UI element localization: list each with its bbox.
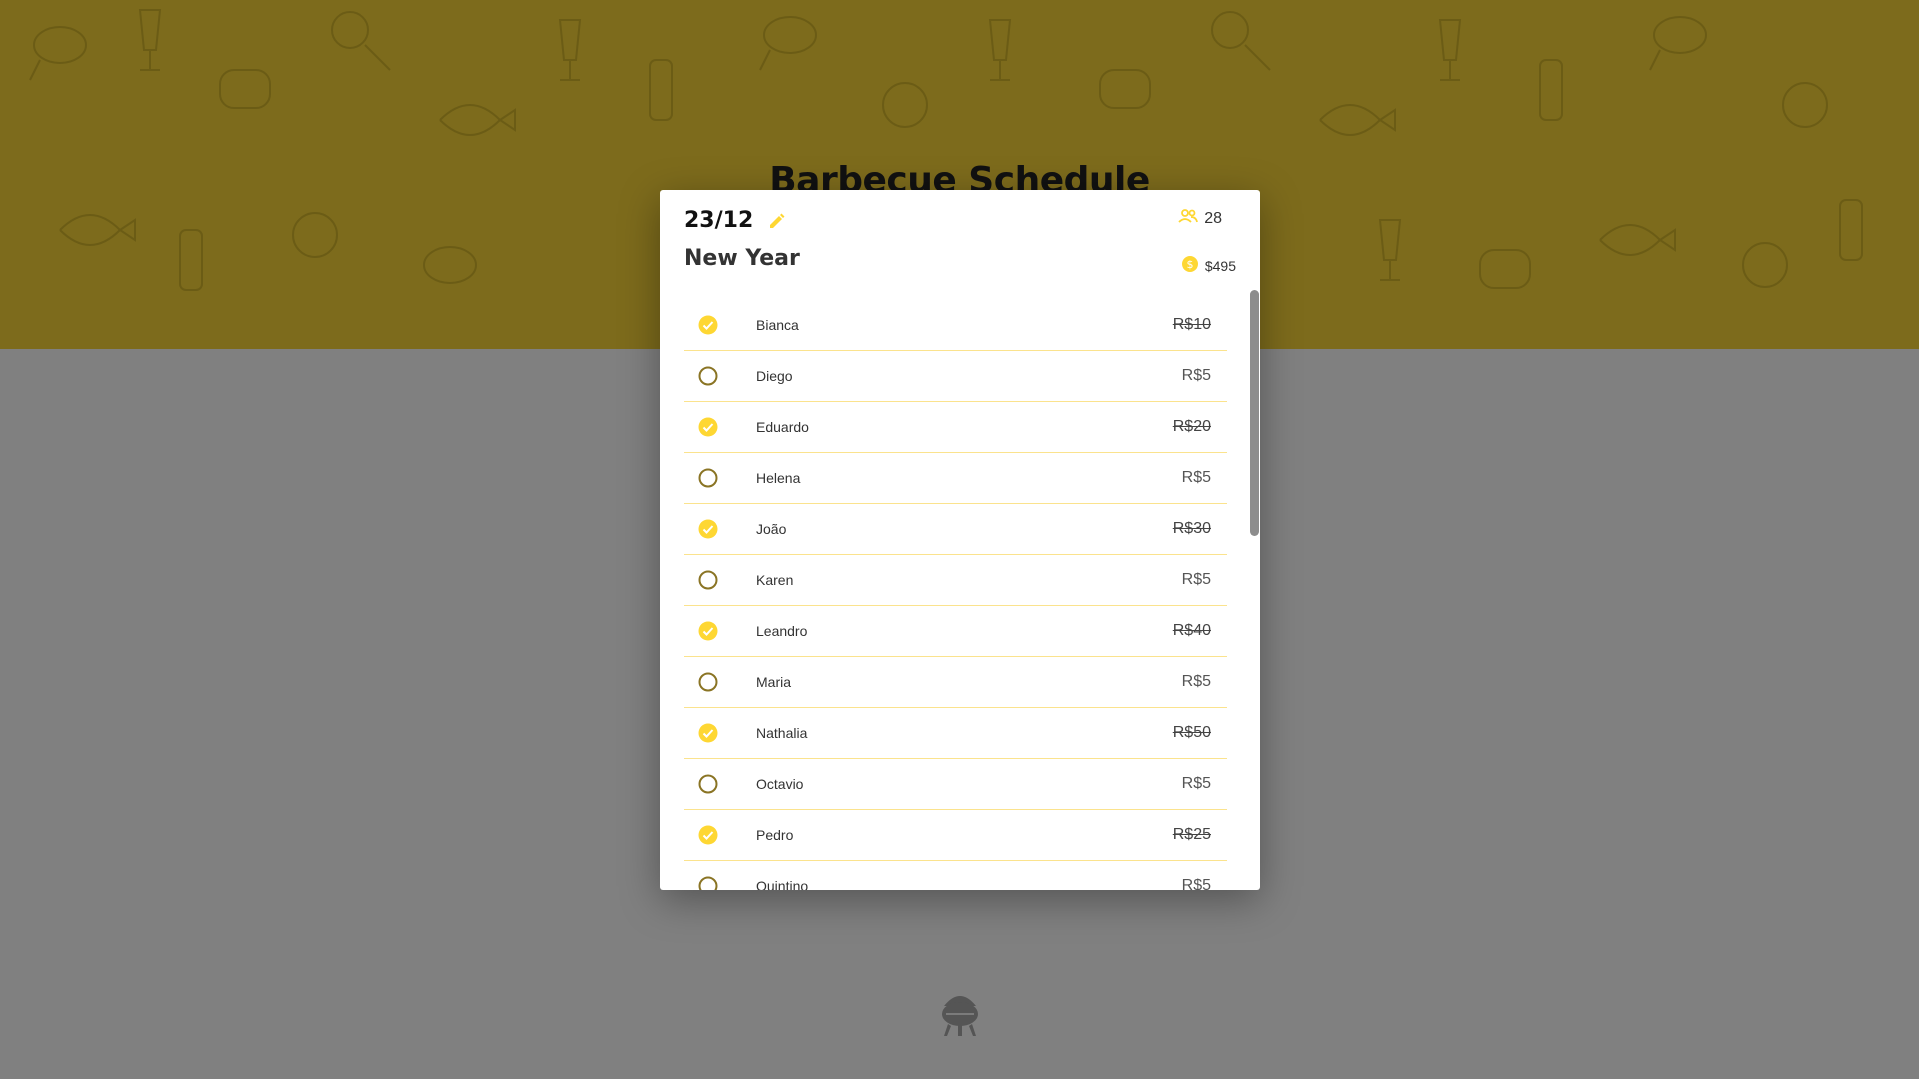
participant-value: R$5: [1181, 367, 1211, 384]
participant-row[interactable]: Nathalia R$50: [684, 708, 1227, 759]
participant-value: R$20: [1172, 418, 1211, 435]
event-date: 23/12: [684, 208, 754, 233]
participants-count: 28: [1178, 208, 1222, 229]
participant-name: João: [756, 521, 787, 537]
total-amount: $ $495: [1181, 255, 1236, 276]
participant-value: R$5: [1181, 877, 1211, 890]
participant-row[interactable]: Maria R$5: [684, 657, 1227, 708]
participant-name: Octavio: [756, 776, 804, 792]
coin-icon: $: [1181, 255, 1199, 276]
participant-name: Bianca: [756, 317, 799, 333]
participant-value: R$30: [1172, 520, 1211, 537]
participant-row[interactable]: Octavio R$5: [684, 759, 1227, 810]
participant-row[interactable]: Quintino R$5: [684, 861, 1227, 890]
participant-value: R$5: [1181, 571, 1211, 588]
participant-name: Helena: [756, 470, 801, 486]
event-date-row: 23/12: [684, 208, 787, 233]
unchecked-circle-icon[interactable]: [698, 774, 718, 794]
participant-value: R$5: [1181, 673, 1211, 690]
participant-name: Maria: [756, 674, 792, 690]
event-detail-modal: 23/12 New Year 28 $ $495 Bianca R$10 Diego…: [660, 190, 1260, 890]
event-name: New Year: [684, 246, 800, 271]
checked-circle-icon[interactable]: [698, 825, 718, 845]
checked-circle-icon[interactable]: [698, 519, 718, 539]
checked-circle-icon[interactable]: [698, 315, 718, 335]
svg-text:$: $: [1186, 258, 1193, 271]
participant-row[interactable]: Karen R$5: [684, 555, 1227, 606]
unchecked-circle-icon[interactable]: [698, 876, 718, 890]
participant-name: Pedro: [756, 827, 794, 843]
participant-value: R$25: [1172, 826, 1211, 843]
participant-name: Eduardo: [756, 419, 809, 435]
participant-value: R$50: [1172, 724, 1211, 741]
participant-row[interactable]: Leandro R$40: [684, 606, 1227, 657]
participant-row[interactable]: Pedro R$25: [684, 810, 1227, 861]
participant-value: R$5: [1181, 469, 1211, 486]
unchecked-circle-icon[interactable]: [698, 468, 718, 488]
participant-value: R$40: [1172, 622, 1211, 639]
participants-list: Bianca R$10 Diego R$5 Eduardo R$20 Helena R$5 Jo…: [684, 300, 1227, 890]
modal-scrollbar[interactable]: [1250, 290, 1259, 536]
participant-name: Karen: [756, 572, 794, 588]
unchecked-circle-icon[interactable]: [698, 570, 718, 590]
grill-logo: [938, 988, 982, 1038]
total-amount-value: $495: [1204, 257, 1236, 274]
participant-name: Diego: [756, 368, 793, 384]
participant-name: Quintino: [756, 878, 809, 890]
people-icon: [1178, 208, 1199, 229]
participant-row[interactable]: João R$30: [684, 504, 1227, 555]
participant-row[interactable]: Helena R$5: [684, 453, 1227, 504]
participant-name: Leandro: [756, 623, 808, 639]
checked-circle-icon[interactable]: [698, 417, 718, 437]
participant-value: R$10: [1172, 316, 1211, 333]
participant-row[interactable]: Bianca R$10: [684, 300, 1227, 351]
participant-value: R$5: [1181, 775, 1211, 792]
unchecked-circle-icon[interactable]: [698, 366, 718, 386]
participant-row[interactable]: Diego R$5: [684, 351, 1227, 402]
checked-circle-icon[interactable]: [698, 621, 718, 641]
participant-row[interactable]: Eduardo R$20: [684, 402, 1227, 453]
unchecked-circle-icon[interactable]: [698, 672, 718, 692]
participant-name: Nathalia: [756, 725, 808, 741]
pencil-icon[interactable]: [767, 211, 787, 231]
checked-circle-icon[interactable]: [698, 723, 718, 743]
participants-count-value: 28: [1204, 209, 1222, 227]
